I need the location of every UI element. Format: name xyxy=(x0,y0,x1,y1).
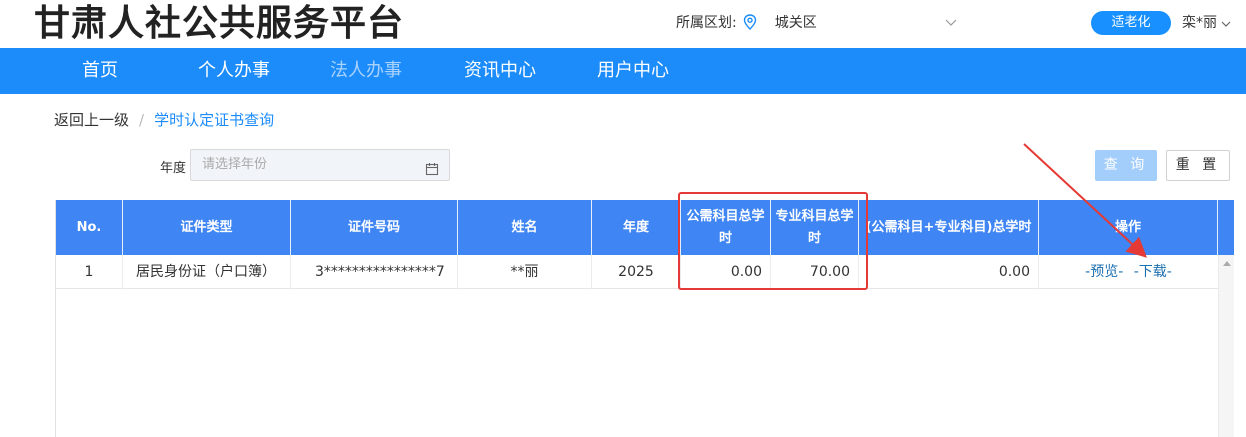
reset-button[interactable]: 重 置 xyxy=(1166,150,1230,181)
nav-item-user-center[interactable]: 用户中心 xyxy=(597,48,669,94)
nav-item-home[interactable]: 首页 xyxy=(82,48,118,94)
calendar-icon xyxy=(425,158,439,176)
cell-year: 2025 xyxy=(592,255,681,289)
location-pin-icon xyxy=(743,14,757,30)
chevron-down-icon[interactable] xyxy=(944,14,958,28)
cell-total-hours: 0.00 xyxy=(859,255,1039,289)
column-header-id-number: 证件号码 xyxy=(291,200,458,255)
query-button[interactable]: 查 询 xyxy=(1095,150,1157,181)
breadcrumb-separator: / xyxy=(139,110,145,129)
annotation-highlight-box xyxy=(678,192,868,290)
user-name[interactable]: 栾*丽 xyxy=(1182,12,1217,32)
scroll-up-arrow-icon[interactable] xyxy=(1223,261,1231,266)
download-link[interactable]: -下载- xyxy=(1134,264,1172,280)
year-label: 年度 xyxy=(160,161,187,176)
column-header-no: No. xyxy=(56,200,123,255)
page: 甘肃人社公共服务平台 所属区划: 城关区 适老化 栾*丽 首页 个人办事 法人办… xyxy=(0,0,1246,437)
breadcrumb-back-link[interactable]: 返回上一级 xyxy=(54,109,129,130)
breadcrumb: 返回上一级 / 学时认定证书查询 xyxy=(54,109,274,130)
region-selector[interactable]: 所属区划: 城关区 xyxy=(676,12,817,32)
breadcrumb-current: 学时认定证书查询 xyxy=(154,111,275,129)
nav-item-news[interactable]: 资讯中心 xyxy=(464,48,536,94)
certificate-table: No. 证件类型 证件号码 姓名 年度 公需科目总学时 专业科目总学时 (公需科… xyxy=(55,200,1234,437)
chevron-down-icon[interactable] xyxy=(1220,15,1232,27)
column-header-name: 姓名 xyxy=(458,200,592,255)
table-scrollbar[interactable] xyxy=(1218,255,1234,437)
table-header: No. 证件类型 证件号码 姓名 年度 公需科目总学时 专业科目总学时 (公需科… xyxy=(56,200,1234,255)
nav-item-corporate[interactable]: 法人办事 xyxy=(330,48,402,94)
column-header-year: 年度 xyxy=(592,200,681,255)
main-nav: 首页 个人办事 法人办事 资讯中心 用户中心 xyxy=(0,48,1246,94)
region-value: 城关区 xyxy=(774,15,817,31)
column-header-id-type: 证件类型 xyxy=(123,200,291,255)
cell-id-type: 居民身份证（户口簿） xyxy=(123,255,291,289)
table-row: 1 居民身份证（户口簿） 3****************7 **丽 2025… xyxy=(56,255,1218,289)
cell-id-number: 3****************7 xyxy=(291,255,458,289)
elder-mode-button[interactable]: 适老化 xyxy=(1091,11,1171,35)
cell-actions: -预览- -下载- xyxy=(1039,255,1218,289)
site-title: 甘肃人社公共服务平台 xyxy=(34,3,405,44)
preview-link[interactable]: -预览- xyxy=(1085,264,1123,280)
region-label: 所属区划: xyxy=(676,15,737,31)
header: 甘肃人社公共服务平台 所属区划: 城关区 适老化 栾*丽 xyxy=(0,0,1246,48)
column-header-actions: 操作 xyxy=(1039,200,1218,255)
cell-no: 1 xyxy=(56,255,123,289)
cell-name: **丽 xyxy=(458,255,592,289)
year-placeholder: 请选择年份 xyxy=(202,157,268,172)
year-picker-input[interactable]: 请选择年份 xyxy=(190,149,450,181)
nav-item-personal[interactable]: 个人办事 xyxy=(198,48,270,94)
column-header-total-hours: (公需科目+专业科目)总学时 xyxy=(859,200,1039,255)
